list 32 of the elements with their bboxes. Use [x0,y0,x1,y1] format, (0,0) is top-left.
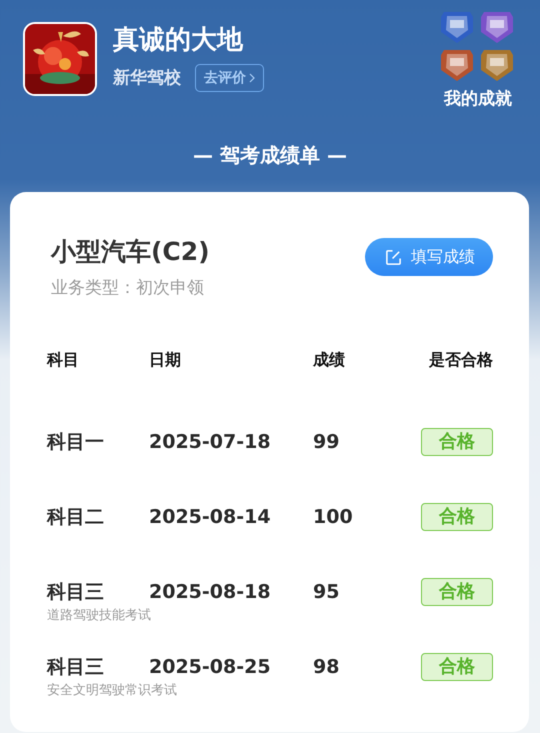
user-name: 真诚的大地 [113,24,244,57]
license-type: 小型汽车(C2) [51,236,210,268]
date-cell-text: 2025-08-18 [149,580,271,605]
column-header: 成绩 [313,349,345,371]
subject-note: 安全文明驾驶常识考试 [47,682,177,700]
result-tag: 合格 [421,578,493,606]
result-tag: 合格 [421,503,493,531]
score-cell-text: 99 [313,430,340,455]
fill-scores-button[interactable]: 填写成绩 [365,238,493,276]
subject-cell-text: 科目一 [47,430,104,455]
section-title: — 驾考成绩单 — [192,142,348,169]
subject-cell-text: 科目三 [47,580,104,605]
column-header: 日期 [149,349,181,371]
review-button[interactable]: 去评价 [195,64,264,92]
score-cell-text: 98 [313,655,340,680]
date-cell-text: 2025-08-25 [149,655,271,680]
edit-icon [385,248,402,266]
business-type: 业务类型：初次申领 [51,277,205,300]
subject-cell-text: 科目三 [47,655,104,680]
achievements-link[interactable]: 我的成就 [444,88,512,110]
subject-cell-text: 科目二 [47,505,104,530]
score-cell-text: 95 [313,580,340,605]
school-name: 新华驾校 [113,67,181,90]
column-header: 是否合格 [429,349,493,371]
score-cell-text: 100 [313,505,353,530]
date-cell-text: 2025-08-14 [149,505,271,530]
column-header: 科目 [47,349,79,371]
chevron-icon [249,73,255,83]
date-cell-text: 2025-07-18 [149,430,271,455]
result-tag: 合格 [421,428,493,456]
result-tag: 合格 [421,653,493,681]
subject-note: 道路驾驶技能考试 [47,607,151,625]
